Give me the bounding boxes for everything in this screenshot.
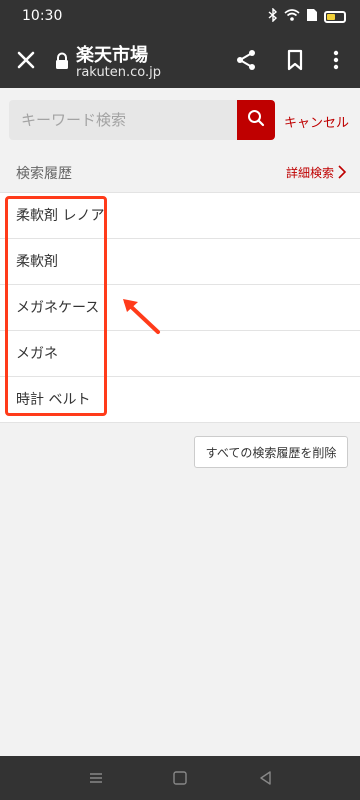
advanced-search-link[interactable]: 詳細検索 (286, 164, 334, 181)
search-icon (247, 109, 265, 131)
bookmark-icon[interactable] (283, 48, 307, 72)
bluetooth-icon (268, 7, 278, 26)
sim-icon (306, 8, 318, 26)
annotation-highlight-box (5, 196, 107, 416)
status-bar: 10:30 (0, 0, 360, 32)
share-icon[interactable] (234, 48, 258, 72)
page-title: 楽天市場 (76, 45, 148, 66)
more-options-icon[interactable] (330, 48, 342, 72)
search-history-label: 検索履歴 (16, 166, 72, 182)
status-icons (268, 7, 346, 26)
annotation-arrow-icon (118, 292, 164, 338)
menu-icon[interactable] (86, 768, 106, 788)
search-button[interactable] (237, 100, 275, 140)
cancel-link[interactable]: キャンセル (284, 112, 349, 131)
search-bar: キャンセル (0, 88, 360, 152)
wifi-icon (284, 8, 300, 26)
lock-icon (54, 52, 70, 70)
search-history-header: 検索履歴 詳細検索 (0, 152, 360, 192)
battery-icon (324, 11, 346, 23)
search-input[interactable] (19, 100, 233, 140)
chevron-right-icon[interactable] (336, 164, 348, 180)
back-icon[interactable] (256, 768, 276, 788)
page-url: rakuten.co.jp (76, 65, 162, 80)
status-time: 10:30 (22, 8, 63, 24)
battery-level (327, 14, 335, 20)
clear-history-button[interactable]: すべての検索履歴を削除 (194, 436, 348, 468)
browser-toolbar: 楽天市場 rakuten.co.jp (0, 32, 360, 88)
home-icon[interactable] (170, 768, 190, 788)
system-navigation-bar (0, 756, 360, 800)
search-box[interactable] (9, 100, 237, 140)
close-icon[interactable] (12, 46, 40, 74)
